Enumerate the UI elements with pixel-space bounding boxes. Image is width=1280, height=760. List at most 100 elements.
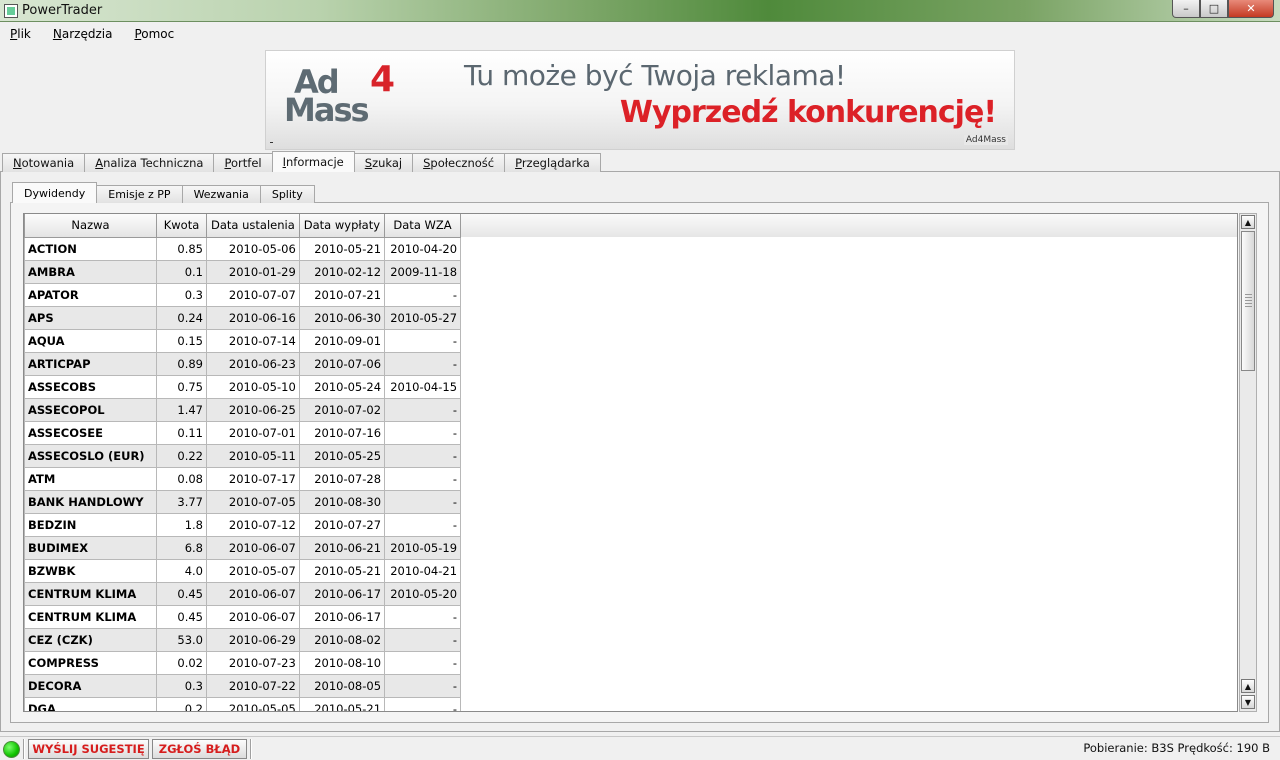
dividends-table-view[interactable]: Nazwa Kwota Data ustalenia Data wypłaty … bbox=[23, 213, 1238, 712]
cell-data-wza: - bbox=[384, 650, 462, 675]
table-row[interactable]: ACTION 0.85 2010-05-06 2010-05-21 2010-04-20 bbox=[24, 236, 462, 261]
cell-data-wza: 2010-05-19 bbox=[384, 535, 462, 560]
cell-nazwa: BANK HANDLOWY bbox=[24, 489, 157, 514]
cell-nazwa: ASSECOSLO (EUR) bbox=[24, 443, 157, 468]
cell-data-ustalenia: 2010-06-29 bbox=[206, 627, 300, 652]
cell-data-ustalenia: 2010-06-23 bbox=[206, 351, 300, 376]
tab-portfel[interactable]: Portfel bbox=[213, 153, 273, 172]
tab-label: Szukaj bbox=[364, 156, 403, 170]
tab-label: Notowania bbox=[13, 156, 75, 170]
cell-kwota: 0.45 bbox=[156, 581, 207, 606]
menu-pomoc[interactable]: Pomoc bbox=[130, 25, 178, 43]
sub-tabs: Dywidendy Emisje z PP Wezwania Splity bbox=[12, 182, 315, 203]
ad-tag: Ad4Mass bbox=[963, 135, 1008, 145]
subtab-emisje-z-pp[interactable]: Emisje z PP bbox=[96, 185, 183, 203]
maximize-button[interactable]: □ bbox=[1200, 0, 1228, 18]
cell-data-wyplaty: 2010-02-12 bbox=[298, 259, 386, 284]
minimize-button[interactable]: – bbox=[1172, 0, 1200, 18]
col-header-data-ustalenia[interactable]: Data ustalenia bbox=[206, 214, 300, 238]
table-row[interactable]: ARTICPAP 0.89 2010-06-23 2010-07-06- bbox=[24, 351, 462, 376]
cell-nazwa: DGA bbox=[24, 696, 157, 711]
tab-label: Przeglądarka bbox=[515, 156, 590, 170]
table-row[interactable]: BZWBK 4.0 2010-05-07 2010-05-21 2010-04-21 bbox=[24, 558, 462, 583]
table-row[interactable]: DGA 0.2 2010-05-05 2010-05-21- bbox=[24, 696, 462, 711]
col-header-kwota[interactable]: Kwota bbox=[156, 214, 207, 238]
table-row[interactable]: COMPRESS 0.02 2010-07-23 2010-08-10- bbox=[24, 650, 462, 675]
cell-nazwa: AQUA bbox=[24, 328, 157, 353]
vertical-scrollbar[interactable]: ▲ ▲ ▼ bbox=[1239, 213, 1257, 712]
cell-nazwa: ASSECOPOL bbox=[24, 397, 157, 422]
table-row[interactable]: CENTRUM KLIMA 0.45 2010-06-07 2010-06-17- bbox=[24, 604, 462, 629]
scroll-thumb[interactable] bbox=[1241, 231, 1255, 371]
ad-banner[interactable]: Ad 4 Mass Tu może być Twoja reklama! Wyp… bbox=[265, 50, 1015, 150]
cell-data-ustalenia: 2010-05-05 bbox=[206, 696, 300, 711]
page-up-arrow-icon[interactable]: ▲ bbox=[1241, 679, 1255, 693]
cell-data-ustalenia: 2010-07-07 bbox=[206, 282, 300, 307]
tab-przegladarka[interactable]: Przeglądarka bbox=[504, 153, 601, 172]
tab-analiza-techniczna[interactable]: Analiza Techniczna bbox=[84, 153, 215, 172]
tab-notowania[interactable]: Notowania bbox=[2, 153, 86, 172]
cell-data-ustalenia: 2010-07-23 bbox=[206, 650, 300, 675]
cell-data-ustalenia: 2010-07-12 bbox=[206, 512, 300, 537]
cell-kwota: 0.02 bbox=[156, 650, 207, 675]
cell-nazwa: ASSECOSEE bbox=[24, 420, 157, 445]
table-row[interactable]: APS 0.24 2010-06-16 2010-06-30 2010-05-27 bbox=[24, 305, 462, 330]
table-row[interactable]: ATM 0.08 2010-07-17 2010-07-28- bbox=[24, 466, 462, 491]
cell-nazwa: ATM bbox=[24, 466, 157, 491]
table-row[interactable]: ASSECOSLO (EUR) 0.22 2010-05-11 2010-05-25- bbox=[24, 443, 462, 468]
cell-data-wza: 2010-04-20 bbox=[384, 236, 462, 261]
cell-data-wza: - bbox=[384, 489, 462, 514]
status-separator bbox=[250, 739, 252, 759]
table-row[interactable]: ASSECOSEE 0.11 2010-07-01 2010-07-16- bbox=[24, 420, 462, 445]
cell-nazwa: ASSECOBS bbox=[24, 374, 157, 399]
tab-szukaj[interactable]: Szukaj bbox=[353, 153, 414, 172]
table-row[interactable]: BEDZIN 1.8 2010-07-12 2010-07-27- bbox=[24, 512, 462, 537]
menu-narzedzia[interactable]: Narzędzia bbox=[49, 25, 117, 43]
cell-kwota: 6.8 bbox=[156, 535, 207, 560]
scroll-up-arrow-icon[interactable]: ▲ bbox=[1241, 215, 1255, 229]
cell-data-ustalenia: 2010-06-16 bbox=[206, 305, 300, 330]
cell-data-wyplaty: 2010-06-17 bbox=[298, 604, 386, 629]
cell-nazwa: AMBRA bbox=[24, 259, 157, 284]
table-row[interactable]: CEZ (CZK) 53.0 2010-06-29 2010-08-02- bbox=[24, 627, 462, 652]
scroll-down-arrow-icon[interactable]: ▼ bbox=[1241, 695, 1255, 709]
cell-nazwa: ARTICPAP bbox=[24, 351, 157, 376]
cell-kwota: 53.0 bbox=[156, 627, 207, 652]
table-row[interactable]: ASSECOPOL 1.47 2010-06-25 2010-07-02- bbox=[24, 397, 462, 422]
table-row[interactable]: DECORA 0.3 2010-07-22 2010-08-05- bbox=[24, 673, 462, 698]
cell-nazwa: ACTION bbox=[24, 236, 157, 261]
window-controls: – □ ✕ bbox=[1172, 0, 1274, 18]
title-bar: PowerTrader – □ ✕ bbox=[0, 0, 1280, 22]
close-button[interactable]: ✕ bbox=[1228, 0, 1274, 18]
report-bug-button[interactable]: ZGŁOŚ BŁĄD bbox=[152, 739, 247, 759]
cell-kwota: 0.24 bbox=[156, 305, 207, 330]
col-header-nazwa[interactable]: Nazwa bbox=[24, 214, 157, 238]
cell-data-wyplaty: 2010-05-24 bbox=[298, 374, 386, 399]
table-row[interactable]: BANK HANDLOWY 3.77 2010-07-05 2010-08-30- bbox=[24, 489, 462, 514]
cell-kwota: 1.47 bbox=[156, 397, 207, 422]
table-row[interactable]: ASSECOBS 0.75 2010-05-10 2010-05-24 2010-04-… bbox=[24, 374, 462, 399]
tab-informacje[interactable]: Informacje bbox=[271, 151, 355, 172]
header-row: Nazwa Kwota Data ustalenia Data wypłaty … bbox=[24, 214, 462, 238]
cell-data-wza: - bbox=[384, 696, 462, 711]
table-row[interactable]: AMBRA 0.1 2010-01-29 2010-02-12 2009-11-18 bbox=[24, 259, 462, 284]
cell-data-wza: - bbox=[384, 420, 462, 445]
subtab-splity[interactable]: Splity bbox=[259, 185, 315, 203]
cell-data-wza: - bbox=[384, 282, 462, 307]
table-row[interactable]: CENTRUM KLIMA 0.45 2010-06-07 2010-06-17 201… bbox=[24, 581, 462, 606]
menu-plik[interactable]: Plik bbox=[6, 25, 35, 43]
subtab-wezwania[interactable]: Wezwania bbox=[181, 185, 261, 203]
col-header-data-wza[interactable]: Data WZA bbox=[384, 214, 462, 238]
cell-data-ustalenia: 2010-05-10 bbox=[206, 374, 300, 399]
subtab-dywidendy[interactable]: Dywidendy bbox=[12, 182, 98, 203]
cell-kwota: 0.15 bbox=[156, 328, 207, 353]
status-separator bbox=[23, 739, 25, 759]
tab-spolecznosc[interactable]: Społeczność bbox=[412, 153, 506, 172]
col-header-data-wyplaty[interactable]: Data wypłaty bbox=[298, 214, 386, 238]
send-suggestion-button[interactable]: WYŚLIJ SUGESTIĘ bbox=[28, 739, 149, 759]
table-row[interactable]: AQUA 0.15 2010-07-14 2010-09-01- bbox=[24, 328, 462, 353]
table-row[interactable]: BUDIMEX 6.8 2010-06-07 2010-06-21 2010-05-19 bbox=[24, 535, 462, 560]
cell-kwota: 0.89 bbox=[156, 351, 207, 376]
cell-nazwa: APATOR bbox=[24, 282, 157, 307]
table-row[interactable]: APATOR 0.3 2010-07-07 2010-07-21- bbox=[24, 282, 462, 307]
